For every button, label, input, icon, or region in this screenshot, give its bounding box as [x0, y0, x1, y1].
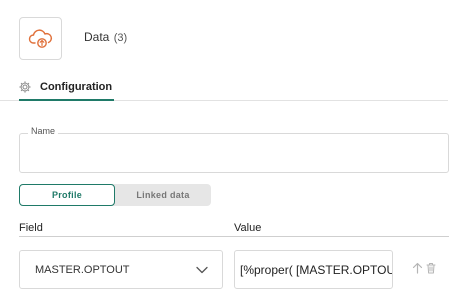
segment-linked-data[interactable]: Linked data [115, 184, 211, 206]
value-input-text: [%proper( [MASTER.OPTOUT [240, 263, 393, 277]
tab-bar: Configuration [0, 77, 448, 101]
field-column-header: Field [19, 222, 43, 234]
node-count: (3) [113, 32, 128, 44]
chevron-down-icon [196, 266, 208, 274]
node-icon-box [19, 17, 62, 60]
segment-profile[interactable]: Profile [19, 184, 115, 206]
active-tab-indicator [19, 99, 114, 101]
profile-linked-toggle: Profile Linked data [19, 184, 211, 206]
field-select[interactable]: MASTER.OPTOUT [19, 250, 223, 289]
tab-configuration-label: Configuration [40, 81, 113, 93]
gear-icon [19, 81, 31, 93]
cloud-sync-icon [28, 28, 52, 48]
arrow-up-icon[interactable] [412, 262, 423, 274]
node-title-text: Data [84, 30, 110, 44]
header-divider [19, 236, 449, 237]
name-input[interactable] [19, 133, 449, 173]
tab-configuration[interactable]: Configuration [19, 77, 112, 101]
name-field-label: Name [28, 126, 59, 136]
trash-icon[interactable] [426, 262, 436, 274]
node-title: Data (3) [84, 30, 127, 44]
value-input[interactable]: [%proper( [MASTER.OPTOUT [234, 250, 393, 289]
field-select-value: MASTER.OPTOUT [35, 264, 130, 276]
node-header: Data (3) [19, 17, 127, 60]
value-column-header: Value [234, 222, 262, 234]
row-actions [412, 262, 436, 274]
